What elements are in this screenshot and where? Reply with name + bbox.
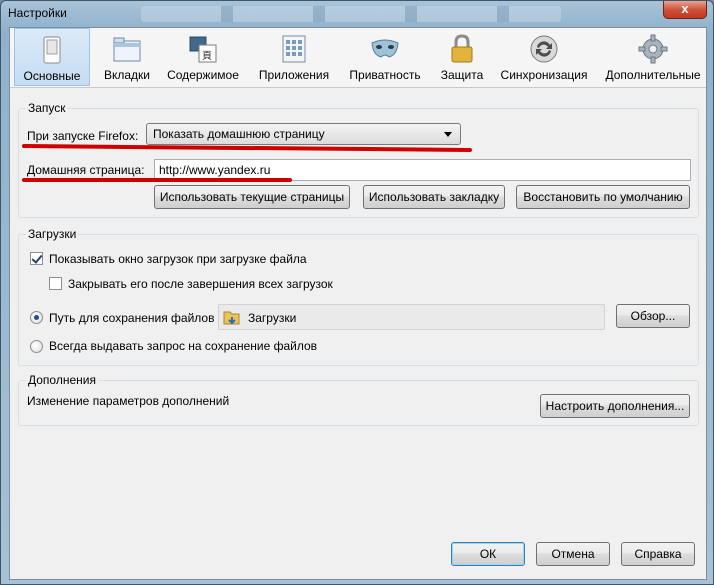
tab-general-label: Основные (23, 69, 81, 83)
close-when-done-label: Закрывать его после завершения всех загр… (68, 277, 333, 291)
show-downloads-label: Показывать окно загрузок при загрузке фа… (49, 252, 307, 266)
startup-group-title: Запуск (26, 101, 68, 115)
tab-content-label: Содержимое (167, 68, 239, 82)
tab-privacy[interactable]: Приватность (346, 28, 424, 86)
title-bar[interactable]: Настройки x (1, 1, 713, 27)
addons-group-title: Дополнения (26, 373, 98, 387)
tab-security-label: Защита (440, 68, 484, 82)
tab-tabs[interactable]: Вкладки (96, 28, 158, 86)
show-downloads-checkbox[interactable] (30, 252, 43, 265)
cancel-button[interactable]: Отмена (536, 542, 610, 566)
use-bookmark-button[interactable]: Использовать закладку (363, 185, 505, 209)
startup-select[interactable]: Показать домашнюю страницу (146, 123, 461, 145)
switch-icon (43, 36, 61, 64)
red-annotation-line-2 (22, 178, 292, 182)
tab-advanced-label: Дополнительные (605, 68, 701, 82)
save-path-label: Путь для сохранения файлов (49, 311, 215, 325)
download-folder-field[interactable]: Загрузки (218, 304, 605, 330)
gear-icon (638, 34, 668, 64)
dialog-body: Основные Вкладки 頁 Содержимое Приложения… (9, 27, 707, 580)
startup-when-label: При запуске Firefox: (27, 129, 139, 143)
tab-advanced[interactable]: Дополнительные (602, 28, 704, 86)
settings-window: Настройки x Основные Вкладки 頁 Содержимо… (0, 0, 714, 585)
content-icon: 頁 (189, 36, 217, 63)
homepage-input-value: http://www.yandex.ru (159, 163, 271, 177)
chevron-down-icon (444, 132, 452, 137)
help-button[interactable]: Справка (621, 542, 695, 566)
tab-general[interactable]: Основные (14, 28, 90, 86)
restore-default-button[interactable]: Восстановить по умолчанию (516, 185, 690, 209)
configure-addons-button[interactable]: Настроить дополнения... (540, 394, 690, 418)
tab-applications-label: Приложения (258, 68, 330, 82)
tab-privacy-label: Приватность (349, 68, 421, 82)
always-ask-radio[interactable] (30, 340, 43, 353)
sync-icon (530, 35, 558, 63)
tab-tabs-label: Вкладки (103, 68, 151, 82)
ok-button[interactable]: ОК (451, 542, 525, 566)
browse-button[interactable]: Обзор... (616, 304, 690, 328)
always-ask-label: Всегда выдавать запрос на сохранение фай… (49, 339, 318, 353)
close-when-done-checkbox[interactable] (49, 277, 62, 290)
download-folder-name: Загрузки (248, 311, 297, 325)
use-current-pages-button[interactable]: Использовать текущие страницы (154, 185, 350, 209)
padlock-icon (451, 34, 473, 63)
tab-sync-label: Синхронизация (500, 68, 588, 82)
tab-security[interactable]: Защита (434, 28, 490, 86)
tab-content[interactable]: 頁 Содержимое (162, 28, 244, 86)
folder-icon (223, 311, 240, 325)
addons-description: Изменение параметров дополнений (27, 394, 230, 408)
downloads-group-title: Загрузки (26, 227, 79, 241)
startup-select-value: Показать домашнюю страницу (153, 127, 325, 141)
homepage-label: Домашняя страница: (27, 163, 145, 177)
background-blur (141, 6, 561, 22)
save-path-radio[interactable] (30, 311, 43, 324)
mask-icon (371, 39, 399, 58)
tab-applications[interactable]: Приложения (254, 28, 334, 86)
tabs-window-icon (113, 37, 141, 62)
category-toolbar: Основные Вкладки 頁 Содержимое Приложения… (10, 28, 706, 88)
svg-text:頁: 頁 (202, 50, 212, 62)
applications-icon (282, 35, 306, 63)
tab-sync[interactable]: Синхронизация (494, 28, 594, 86)
window-title: Настройки (8, 6, 67, 20)
close-button[interactable]: x (663, 1, 707, 19)
